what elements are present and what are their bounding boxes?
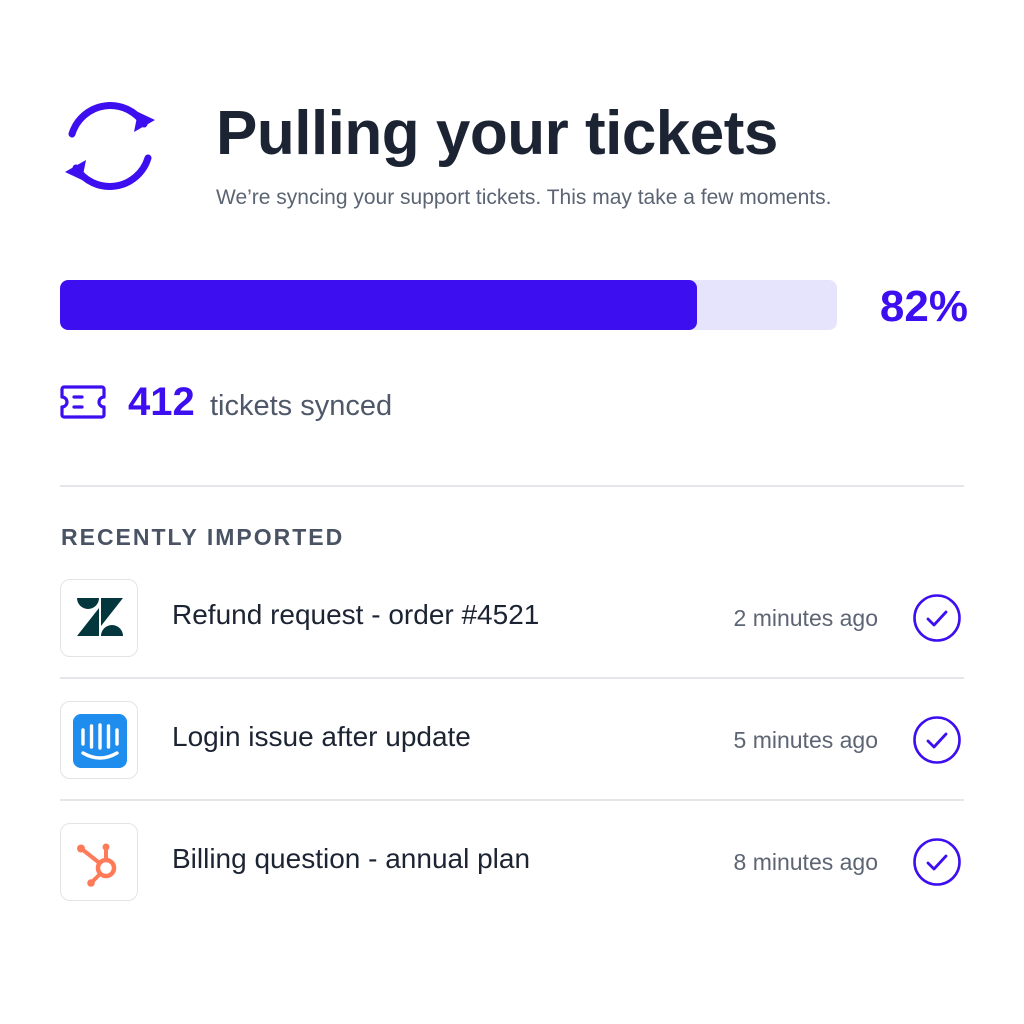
ticket-time: 8 minutes ago [733,849,878,875]
section-divider [60,485,964,487]
progress-bar-fill [60,280,698,330]
hubspot-logo-icon [77,843,117,887]
list-item[interactable]: Refund request - order #4521 2 minutes a… [60,579,964,661]
ticket-icon [60,385,106,419]
recently-imported-heading: RECENTLY IMPORTED [61,524,345,550]
intercom-logo-icon [73,714,127,768]
check-circle-icon [913,716,961,764]
ticket-title: Refund request - order #4521 [172,599,540,630]
ticket-title: Login issue after update [172,721,471,752]
sync-icon [65,102,155,190]
ticket-time: 5 minutes ago [733,727,878,753]
list-item[interactable]: Billing question - annual plan 8 minutes… [60,823,964,905]
ticket-title: Billing question - annual plan [172,843,531,874]
tickets-synced-count: 412 [128,380,195,424]
progress-section: 82% [60,280,968,331]
source-logo [60,701,138,779]
check-circle-icon [913,594,961,642]
header: Pulling your tickets We’re syncing your … [60,96,964,226]
list-item[interactable]: Login issue after update 5 minutes ago [60,701,964,783]
tickets-synced-summary: 412 tickets synced [60,374,660,434]
row-divider [60,799,964,801]
tickets-synced-label: tickets synced [210,390,393,422]
check-circle-icon [913,838,961,886]
zendesk-logo-icon [77,598,123,636]
row-divider [60,677,964,679]
page-title: Pulling your tickets [216,99,778,168]
source-logo [60,823,138,901]
source-logo [60,579,138,657]
progress-percent: 82% [879,282,968,331]
ticket-time: 2 minutes ago [733,605,878,631]
page-subtitle: We’re syncing your support tickets. This… [216,186,832,209]
progress-bar [60,280,837,330]
